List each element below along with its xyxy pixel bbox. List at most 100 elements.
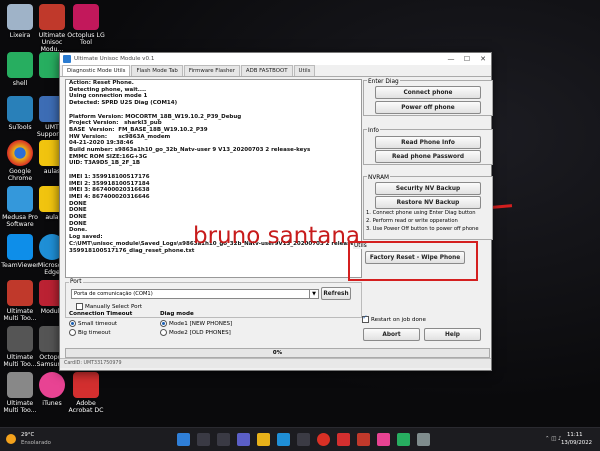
mode2-radio[interactable]: Mode2 [OLD PHONES] (160, 329, 231, 336)
taskbar: 29°C Ensolarado ⌃ ◫ ♪ 11:11 13/09/2022 (0, 427, 600, 451)
checkbox-checked[interactable] (362, 314, 369, 323)
itunes-icon (39, 372, 65, 398)
recycle-bin-icon (7, 4, 33, 30)
watermark-text: bruno santana (193, 223, 361, 249)
acrobat-icon[interactable] (337, 433, 350, 446)
desktop-icon-octoplus-lg[interactable]: Octoplus LG Tool (66, 4, 106, 46)
log-line: Platform Version: MOCORTM_18B_W19.10.2_P… (69, 113, 242, 120)
chevron-down-icon[interactable]: ▼ (309, 290, 318, 298)
instruction-3: 3. Use Power Off button to power off pho… (366, 226, 479, 232)
teams-icon[interactable] (237, 433, 250, 446)
radio-selected[interactable] (69, 320, 76, 327)
diag-mode-title: Diag mode (160, 311, 194, 317)
search-icon[interactable] (197, 433, 210, 446)
edge-icon[interactable] (277, 433, 290, 446)
help-button[interactable]: Help (424, 328, 481, 341)
big-timeout-label: Big timeout (78, 330, 111, 336)
restore-nv-backup-button[interactable]: Restore NV Backup (375, 196, 481, 209)
close-button[interactable]: ✕ (475, 55, 491, 63)
clock-time[interactable]: 11:11 (567, 432, 583, 438)
log-line: IMEI 1: 359918100517176 (69, 173, 150, 180)
log-line: HW Version: sc9863A_modem (69, 133, 171, 140)
tab-flash-mode[interactable]: Flash Mode Tab (131, 65, 183, 76)
chrome-icon[interactable] (317, 433, 330, 446)
log-line: Action: Reset Phone. (69, 80, 134, 86)
security-nv-backup-button[interactable]: Security NV Backup (375, 182, 481, 195)
app-window: Ultimate Unisoc Module v0.1 — ☐ ✕ Diagno… (59, 52, 493, 371)
desktop-icon-acrobat[interactable]: Adobe Acrobat DC (66, 372, 106, 414)
title-bar: Ultimate Unisoc Module v0.1 — ☐ ✕ (60, 53, 491, 65)
small-timeout-label: Small timeout (78, 321, 118, 327)
tray-icons[interactable]: ⌃ ◫ ♪ (545, 436, 561, 442)
unisoc-icon (39, 4, 65, 30)
progress-bar: 0% (65, 348, 490, 358)
app-taskbar-icon[interactable] (377, 433, 390, 446)
restart-checkbox[interactable]: Restart on job done (362, 314, 426, 323)
big-timeout-radio[interactable]: Big timeout (69, 329, 111, 336)
window-title: Ultimate Unisoc Module v0.1 (74, 56, 155, 62)
group-title: Enter Diag (367, 79, 400, 85)
tab-firmware-flasher[interactable]: Firmware Flasher (183, 65, 240, 76)
group-title: Info (367, 128, 380, 134)
ultimate-multi-icon (7, 326, 33, 352)
octoplus-icon (73, 4, 99, 30)
status-bar: CardID: UMT331750979 (60, 358, 491, 368)
port-select[interactable]: Porta de comunicação (COM1) ▼ (71, 289, 319, 299)
weather-icon[interactable] (6, 434, 16, 444)
tab-adb-fastboot[interactable]: ADB FASTBOOT (240, 65, 293, 76)
log-line: Detected: SPRD U2S Diag (COM14) (69, 100, 178, 107)
manual-port-label: Manually Select Port (85, 304, 143, 310)
log-line: Project Version: sharkl3_pub (69, 120, 162, 127)
medusa-icon (7, 186, 33, 212)
radio[interactable] (69, 329, 76, 336)
highlight-box (348, 241, 478, 281)
tab-bar: Diagnostic Mode Utils Flash Mode Tab Fir… (60, 65, 491, 77)
ultimate-unisoc-taskbar-icon[interactable] (357, 433, 370, 446)
store-icon[interactable] (297, 433, 310, 446)
port-selected-value: Porta de comunicação (COM1) (74, 291, 153, 297)
read-phone-info-button[interactable]: Read Phone Info (375, 136, 481, 149)
connect-phone-button[interactable]: Connect phone (375, 86, 481, 99)
abort-button[interactable]: Abort (363, 328, 420, 341)
instruction-2: 2. Perform read or write opperation (366, 218, 458, 224)
ultimate-multi-icon (7, 280, 33, 306)
log-line: DONE (69, 214, 87, 221)
log-line: Using connection mode 1 (69, 93, 148, 100)
mode1-radio[interactable]: Mode1 [NEW PHONES] (160, 320, 232, 327)
app-taskbar-icon[interactable] (417, 433, 430, 446)
restart-label: Restart on job done (371, 317, 426, 323)
read-password-button[interactable]: Read phone Password (375, 150, 481, 163)
instruction-1: 1. Connect phone using Enter Diag button (366, 210, 476, 216)
manual-port-checkbox[interactable]: Manually Select Port (76, 303, 142, 310)
radio-selected[interactable] (160, 320, 167, 327)
refresh-button[interactable]: Refresh (321, 287, 351, 300)
log-line: DONE (69, 200, 87, 207)
minimize-button[interactable]: — (443, 55, 459, 63)
log-line: IMEI 4: 867400020316646 (69, 193, 150, 200)
app-taskbar-icon[interactable] (397, 433, 410, 446)
maximize-button[interactable]: ☐ (459, 55, 475, 63)
clock-date[interactable]: 13/09/2022 (561, 440, 592, 446)
group-title: NVRAM (367, 175, 391, 181)
log-line: Build number: s9863a1h10_go_32b_Natv-use… (69, 147, 311, 154)
log-line: DONE (69, 207, 87, 214)
tab-utils[interactable]: Utils (293, 65, 316, 76)
shell-icon (7, 52, 33, 78)
app-icon (63, 55, 71, 63)
checkbox[interactable] (76, 303, 83, 310)
sutools-icon (7, 96, 33, 122)
start-icon[interactable] (177, 433, 190, 446)
enter-diag-group: Enter Diag Connect phone Power off phone (363, 79, 493, 116)
log-line: UID: T3A9D5_1B_2F_1B (69, 160, 141, 167)
radio[interactable] (160, 329, 167, 336)
task-view-icon[interactable] (217, 433, 230, 446)
log-line: BASE Version: FM_BASE_18B_W19.10.2_P39 (69, 126, 208, 133)
small-timeout-radio[interactable]: Small timeout (69, 320, 117, 327)
power-off-button[interactable]: Power off phone (375, 101, 481, 114)
progress-label: 0% (272, 350, 283, 356)
tab-diagnostic[interactable]: Diagnostic Mode Utils (62, 65, 131, 76)
ultimate-multi-icon (7, 372, 33, 398)
file-explorer-icon[interactable] (257, 433, 270, 446)
mode2-label: Mode2 [OLD PHONES] (169, 330, 231, 336)
log-line: 04-21-2020 19:38:46 (69, 140, 134, 147)
